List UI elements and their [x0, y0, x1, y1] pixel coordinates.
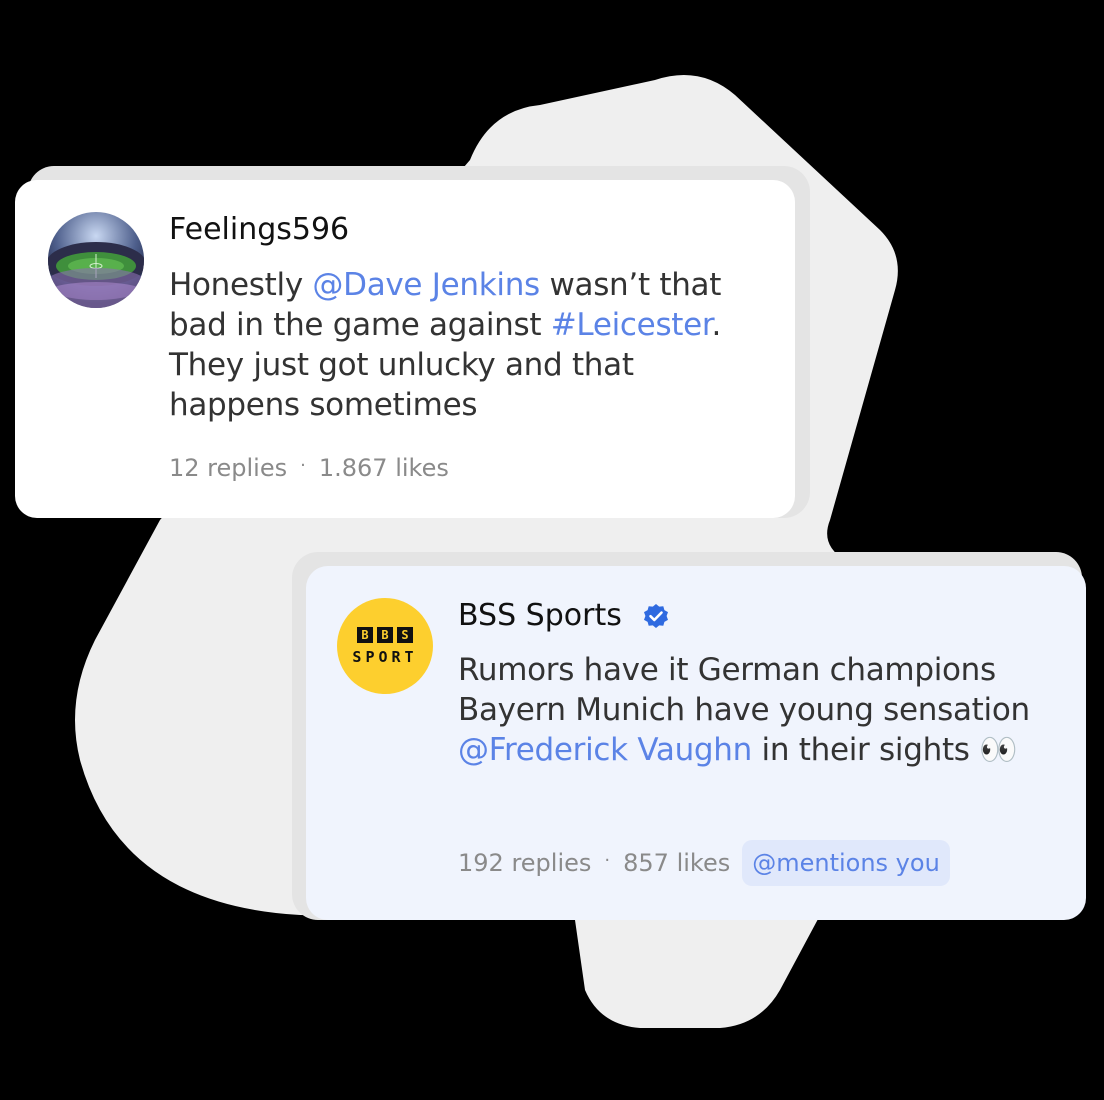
post-text: Rumors have it German champions Bayern M… [458, 650, 1058, 770]
eyes-emoji-icon: 👀 [979, 732, 1018, 768]
bbs-sport-logo-icon: B B S SPORT [337, 598, 433, 694]
verified-badge-icon [644, 604, 668, 628]
post-card-feelings596[interactable]: Feelings596 Honestly @Dave Jenkins wasn’… [15, 180, 795, 518]
hashtag-link[interactable]: #Leicester [551, 307, 712, 343]
logo-word: SPORT [352, 647, 418, 666]
post-username[interactable]: Feelings596 [169, 212, 349, 247]
bbs-sport-avatar[interactable]: B B S SPORT [337, 598, 433, 694]
separator-dot: · [604, 849, 611, 871]
text-segment: Honestly [169, 267, 313, 303]
background-shape [75, 75, 943, 1028]
mentions-you-badge[interactable]: @mentions you [742, 840, 950, 886]
post-meta: 192 replies · 857 likes @mentions you [458, 840, 950, 886]
mention-link[interactable]: @Dave Jenkins [312, 267, 540, 303]
logo-letter: B [377, 626, 393, 643]
stadium-avatar[interactable] [48, 212, 144, 308]
post-text: Honestly @Dave Jenkins wasn’t that bad i… [169, 265, 759, 425]
post-username[interactable]: BSS Sports [458, 598, 622, 633]
replies-count[interactable]: 192 replies [458, 849, 591, 877]
text-segment: Rumors have it German champions Bayern M… [458, 652, 1030, 728]
logo-letter: S [397, 626, 413, 643]
text-segment: in their sights [752, 732, 980, 768]
stadium-icon [48, 212, 144, 308]
mention-link[interactable]: @Frederick Vaughn [458, 732, 752, 768]
post-meta: 12 replies · 1.867 likes [169, 454, 449, 482]
separator-dot: · [300, 454, 306, 476]
post-card-bss-sports[interactable]: B B S SPORT BSS Sports Rumors have it Ge… [306, 566, 1086, 920]
replies-count[interactable]: 12 replies [169, 454, 287, 482]
likes-count[interactable]: 1.867 likes [319, 454, 449, 482]
logo-letter: B [357, 626, 373, 643]
likes-count[interactable]: 857 likes [623, 849, 730, 877]
